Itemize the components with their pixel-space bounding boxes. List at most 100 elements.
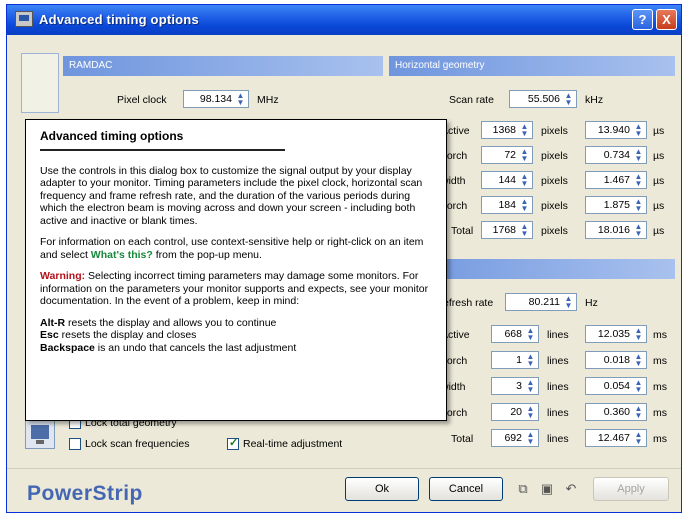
v-row-time-spinner[interactable]: 12.035 ▲ ▼ bbox=[585, 325, 647, 343]
spin-arrows-icon[interactable]: ▲ ▼ bbox=[562, 92, 575, 107]
refresh-rate-label: efresh rate bbox=[443, 297, 494, 309]
v-row-time-spinner[interactable]: 0.018 ▲ ▼ bbox=[585, 351, 647, 369]
spin-arrows-icon[interactable]: ▲ ▼ bbox=[518, 123, 531, 138]
spin-arrows-icon[interactable]: ▲ ▼ bbox=[632, 327, 645, 342]
spin-arrows-icon[interactable]: ▲ ▼ bbox=[524, 327, 537, 342]
v-row-time-unit: ms bbox=[653, 381, 667, 393]
spin-arrows-icon[interactable]: ▲ ▼ bbox=[632, 431, 645, 446]
v-row-time-spinner[interactable]: 0.360 ▲ ▼ bbox=[585, 403, 647, 421]
popup-title: Advanced timing options bbox=[40, 129, 184, 143]
v-row-value: 692 bbox=[504, 432, 522, 444]
spin-arrows-icon[interactable]: ▲ ▼ bbox=[632, 198, 645, 213]
undo-icon[interactable]: ↶ bbox=[563, 481, 579, 497]
v-row-unit: lines bbox=[547, 329, 569, 341]
title-bar[interactable]: Advanced timing options ? X bbox=[7, 5, 681, 35]
popup-divider bbox=[40, 148, 285, 151]
v-row-unit: lines bbox=[547, 381, 569, 393]
popup-paragraph: Use the controls in this dialog box to c… bbox=[40, 164, 423, 227]
ok-button[interactable]: Ok bbox=[345, 477, 419, 501]
v-row-time-unit: ms bbox=[653, 329, 667, 341]
v-row-value: 668 bbox=[504, 328, 522, 340]
spin-arrows-icon[interactable]: ▲ ▼ bbox=[632, 173, 645, 188]
scan-rate-spinner[interactable]: 55.506 ▲ ▼ bbox=[509, 90, 577, 108]
scan-rate-label: Scan rate bbox=[449, 94, 494, 106]
scan-rate-value: 55.506 bbox=[527, 93, 560, 105]
key-esc: Esc bbox=[40, 329, 59, 341]
ramdac-header: RAMDAC bbox=[63, 56, 383, 76]
h-row-time: 18.016 bbox=[597, 224, 630, 236]
h-row-value-spinner[interactable]: 72 ▲ ▼ bbox=[481, 146, 533, 164]
h-row-time-spinner[interactable]: 1.467 ▲ ▼ bbox=[585, 171, 647, 189]
v-row-time-spinner[interactable]: 0.054 ▲ ▼ bbox=[585, 377, 647, 395]
h-row-time-unit: µs bbox=[653, 150, 665, 162]
pixel-clock-label: Pixel clock bbox=[117, 94, 167, 106]
spin-arrows-icon[interactable]: ▲ ▼ bbox=[632, 405, 645, 420]
spin-arrows-icon[interactable]: ▲ ▼ bbox=[562, 295, 575, 310]
spin-arrows-icon[interactable]: ▲ ▼ bbox=[524, 379, 537, 394]
spin-arrows-icon[interactable]: ▲ ▼ bbox=[632, 123, 645, 138]
key-alt-r-text: resets the display and allows you to con… bbox=[65, 316, 277, 329]
v-row-value: 20 bbox=[510, 406, 522, 418]
h-row-value-spinner[interactable]: 1768 ▲ ▼ bbox=[481, 221, 533, 239]
v-row-time: 12.467 bbox=[597, 432, 630, 444]
v-row-time-spinner[interactable]: 12.467 ▲ ▼ bbox=[585, 429, 647, 447]
h-row-value-spinner[interactable]: 144 ▲ ▼ bbox=[481, 171, 533, 189]
v-row-time: 0.360 bbox=[603, 406, 630, 418]
h-row-time-spinner[interactable]: 13.940 ▲ ▼ bbox=[585, 121, 647, 139]
cancel-button[interactable]: Cancel bbox=[429, 477, 503, 501]
h-row-time: 0.734 bbox=[603, 149, 630, 161]
refresh-rate-value: 80.211 bbox=[528, 296, 560, 308]
spin-arrows-icon[interactable]: ▲ ▼ bbox=[524, 353, 537, 368]
h-row-unit: pixels bbox=[541, 150, 568, 162]
v-row-value-spinner[interactable]: 668 ▲ ▼ bbox=[491, 325, 539, 343]
h-row-time-spinner[interactable]: 1.875 ▲ ▼ bbox=[585, 196, 647, 214]
close-button[interactable]: X bbox=[656, 9, 677, 30]
lock-scan-checkbox[interactable] bbox=[69, 438, 81, 450]
v-row-unit: lines bbox=[547, 407, 569, 419]
spin-arrows-icon[interactable]: ▲ ▼ bbox=[234, 92, 247, 107]
apply-button[interactable]: Apply bbox=[593, 477, 669, 501]
spin-arrows-icon[interactable]: ▲ ▼ bbox=[518, 198, 531, 213]
v-row-value-spinner[interactable]: 692 ▲ ▼ bbox=[491, 429, 539, 447]
spin-arrows-icon[interactable]: ▲ ▼ bbox=[632, 353, 645, 368]
spin-arrows-icon[interactable]: ▲ ▼ bbox=[524, 405, 537, 420]
h-row-unit: pixels bbox=[541, 225, 568, 237]
refresh-rate-spinner[interactable]: 80.211 ▲ ▼ bbox=[505, 293, 577, 311]
spin-arrows-icon[interactable]: ▲ ▼ bbox=[518, 173, 531, 188]
v-row-time-unit: ms bbox=[653, 433, 667, 445]
v-row-value-spinner[interactable]: 3 ▲ ▼ bbox=[491, 377, 539, 395]
v-row-value: 3 bbox=[516, 380, 522, 392]
app-icon bbox=[15, 11, 33, 27]
h-row-time-spinner[interactable]: 18.016 ▲ ▼ bbox=[585, 221, 647, 239]
spin-arrows-icon[interactable]: ▲ ▼ bbox=[632, 148, 645, 163]
whats-this-link[interactable]: What's this? bbox=[91, 249, 153, 261]
copy-icon[interactable]: ⧉ bbox=[515, 481, 531, 497]
v-row-value-spinner[interactable]: 20 ▲ ▼ bbox=[491, 403, 539, 421]
spin-arrows-icon[interactable]: ▲ ▼ bbox=[524, 431, 537, 446]
v-row-unit: lines bbox=[547, 355, 569, 367]
v-row-time: 12.035 bbox=[597, 328, 630, 340]
h-row-time-unit: µs bbox=[653, 225, 665, 237]
popup-info: For information on each control, use con… bbox=[40, 236, 432, 261]
key-backspace-text: is an undo that cancels the last adjustm… bbox=[94, 341, 297, 354]
h-row-value-spinner[interactable]: 184 ▲ ▼ bbox=[481, 196, 533, 214]
spin-arrows-icon[interactable]: ▲ ▼ bbox=[632, 223, 645, 238]
pixel-clock-spinner[interactable]: 98.134 ▲ ▼ bbox=[183, 90, 249, 108]
h-row-time-spinner[interactable]: 0.734 ▲ ▼ bbox=[585, 146, 647, 164]
spin-arrows-icon[interactable]: ▲ ▼ bbox=[518, 223, 531, 238]
spin-arrows-icon[interactable]: ▲ ▼ bbox=[632, 379, 645, 394]
paste-icon[interactable]: ▣ bbox=[539, 481, 555, 497]
v-row-time: 0.054 bbox=[603, 380, 630, 392]
v-row-unit: lines bbox=[547, 433, 569, 445]
v-row-value-spinner[interactable]: 1 ▲ ▼ bbox=[491, 351, 539, 369]
h-row-unit: pixels bbox=[541, 125, 568, 137]
v-row-time: 0.018 bbox=[603, 354, 630, 366]
window-title: Advanced timing options bbox=[39, 12, 199, 27]
help-button[interactable]: ? bbox=[632, 9, 653, 30]
h-row-value-spinner[interactable]: 1368 ▲ ▼ bbox=[481, 121, 533, 139]
monitor-icon bbox=[25, 419, 55, 449]
h-row-unit: pixels bbox=[541, 175, 568, 187]
spin-arrows-icon[interactable]: ▲ ▼ bbox=[518, 148, 531, 163]
h-row-value: 1768 bbox=[492, 224, 516, 236]
realtime-checkbox[interactable] bbox=[227, 436, 239, 450]
